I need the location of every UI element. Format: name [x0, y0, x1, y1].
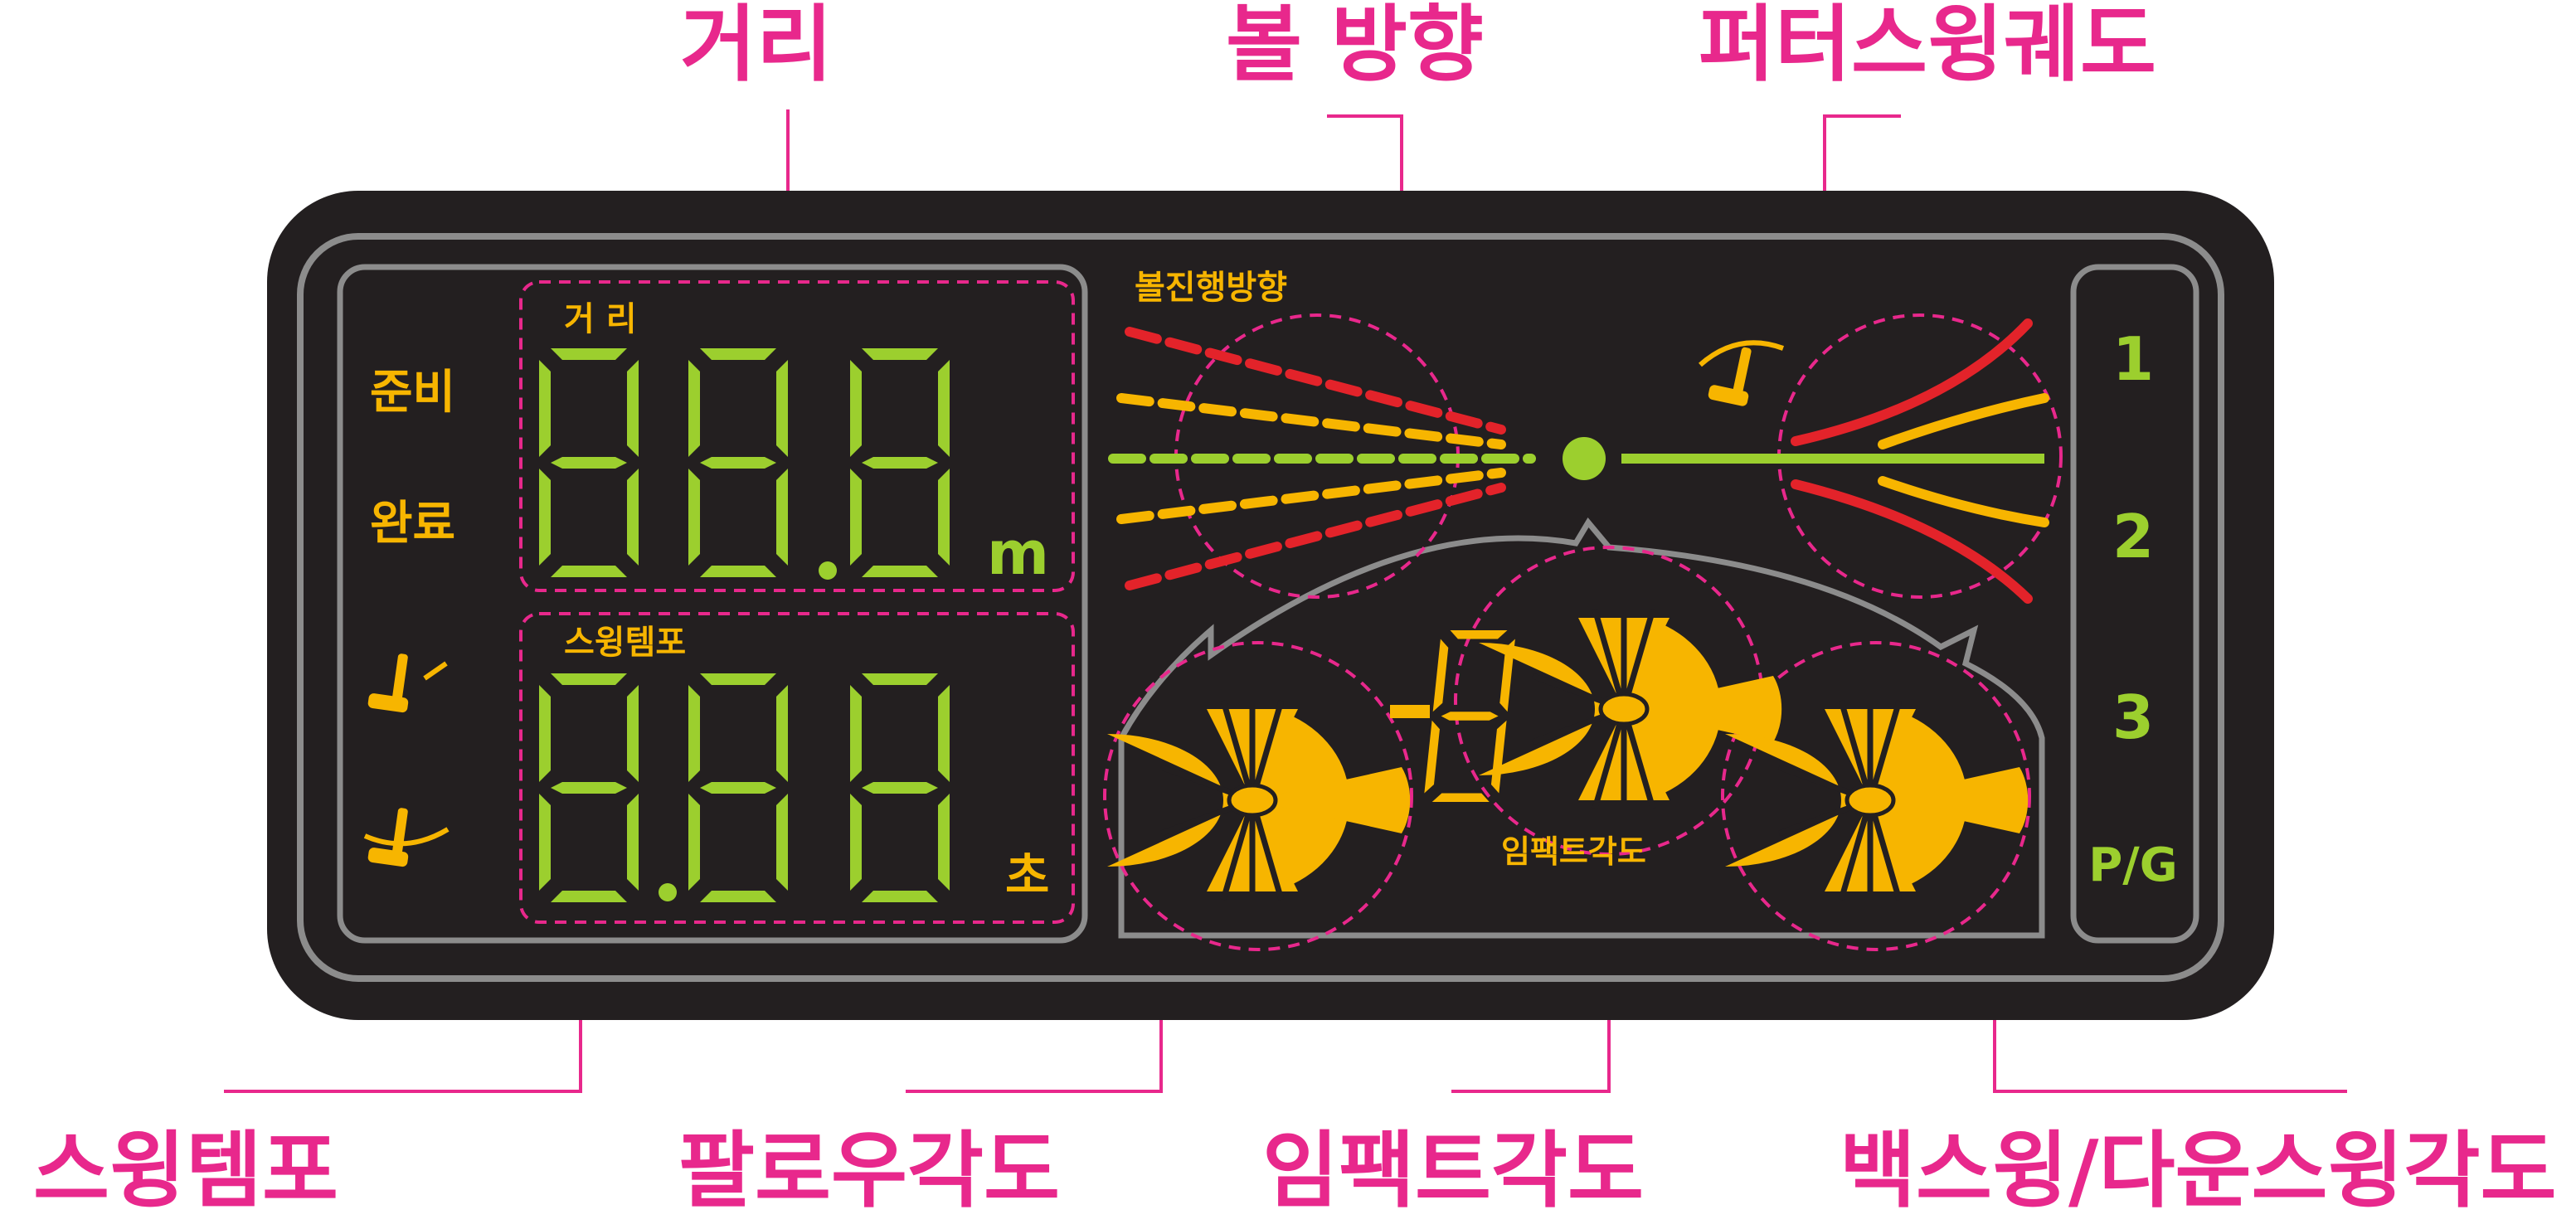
tempo-unit: 초: [1005, 848, 1049, 904]
mode-2: 2: [2112, 502, 2154, 571]
distance-unit: m: [987, 518, 1049, 588]
putting-monitor-diagram: 거리 볼 방향 퍼터스윙궤도 스윙템포 팔로우각도 임팩트각도 백스윙/다운스윙…: [0, 0, 2576, 1229]
tempo-decimal-point: [659, 883, 677, 901]
ball-direction-label: 볼진행방향: [1135, 269, 1287, 307]
status-done: 완료: [370, 497, 455, 551]
distance-decimal-point: [819, 561, 837, 580]
status-ready: 준비: [370, 366, 455, 420]
ball-icon: [1563, 437, 1606, 480]
display-panel-svg: 준비 완료 거 리 m 스윙템포 초 볼진행방향 임팩트각도 1 2 3 P/G: [224, 109, 2347, 1093]
impact-angle-label: 임팩트각도: [1501, 833, 1646, 870]
impact-minus-segment: [1390, 705, 1430, 718]
tempo-label: 스윙템포: [564, 624, 686, 662]
mode-1: 1: [2112, 324, 2154, 394]
mode-pg: P/G: [2088, 838, 2177, 892]
distance-label: 거 리: [564, 300, 637, 338]
mode-3: 3: [2112, 683, 2154, 752]
